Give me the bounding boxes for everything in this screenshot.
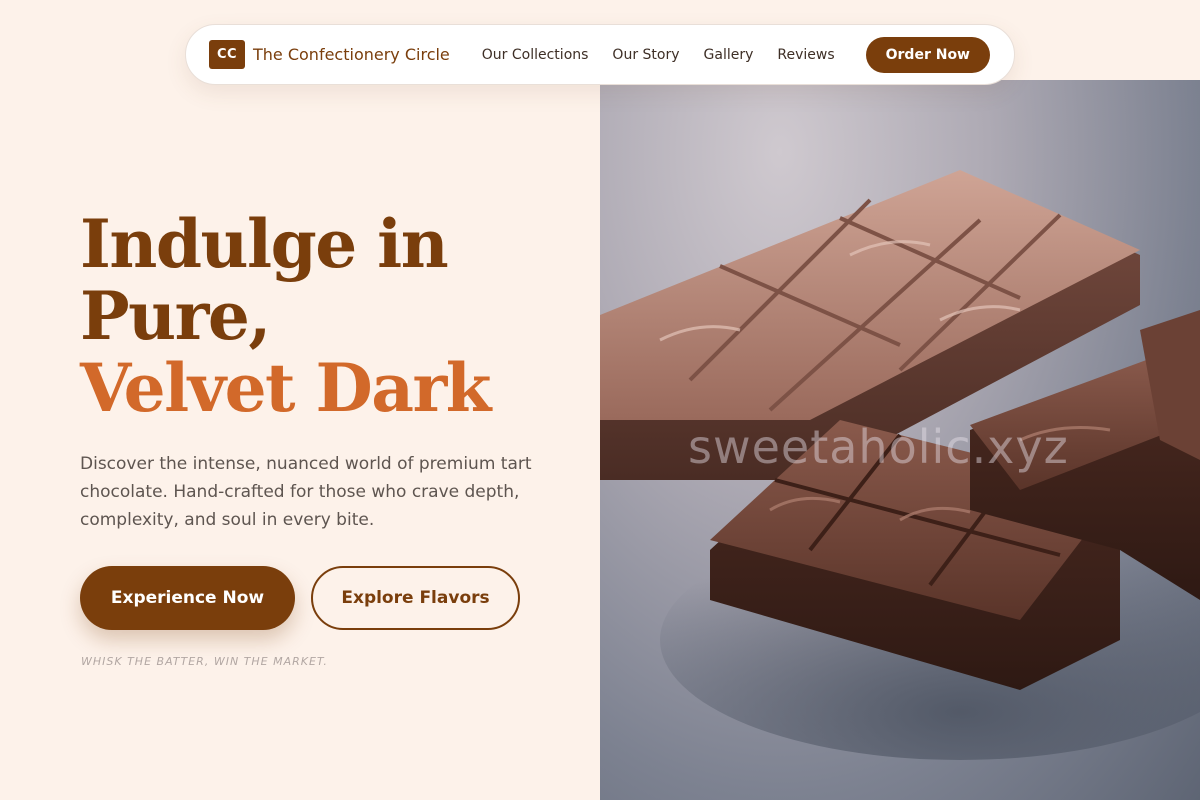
top-navigation: CC The Confectionery Circle Our Collecti… xyxy=(185,24,1015,85)
nav-link-reviews[interactable]: Reviews xyxy=(777,47,834,63)
brand-name[interactable]: The Confectionery Circle xyxy=(253,45,450,64)
chocolate-bars-image: sweetaholic.xyz xyxy=(600,80,1200,800)
headline-line-1: Indulge in xyxy=(80,205,449,283)
hero-headline: Indulge in Pure, Velvet Dark xyxy=(80,205,492,427)
headline-accent: Velvet Dark xyxy=(80,349,492,427)
nav-link-gallery[interactable]: Gallery xyxy=(704,47,754,63)
order-now-button[interactable]: Order Now xyxy=(865,36,990,73)
logo-badge[interactable]: CC xyxy=(209,40,245,69)
hero-description: Discover the intense, nuanced world of p… xyxy=(80,454,532,530)
watermark-text: sweetaholic.xyz xyxy=(688,420,1069,474)
experience-now-button[interactable]: Experience Now xyxy=(80,566,295,630)
nav-link-our-collections[interactable]: Our Collections xyxy=(482,47,589,63)
hero-tagline: WHISK THE BATTER, WIN THE MARKET. xyxy=(81,655,328,668)
nav-links: Our Collections Our Story Gallery Review… xyxy=(482,47,835,63)
nav-link-our-story[interactable]: Our Story xyxy=(612,47,679,63)
explore-flavors-button[interactable]: Explore Flavors xyxy=(311,566,520,630)
headline-line-2: Pure, xyxy=(80,277,271,355)
